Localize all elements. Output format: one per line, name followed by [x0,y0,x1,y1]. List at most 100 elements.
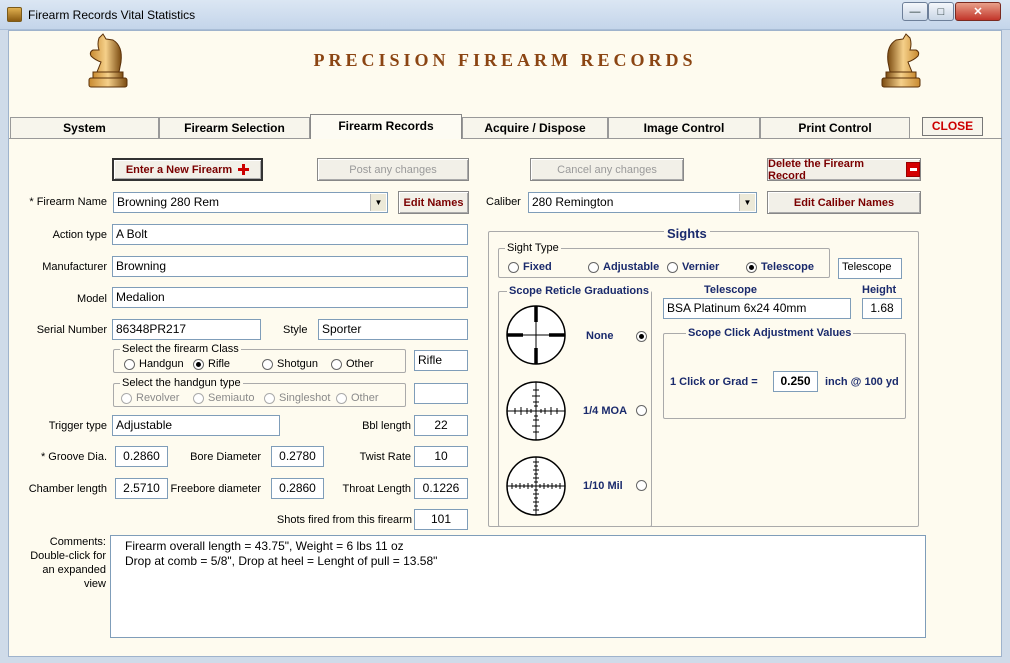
radio-circle [331,358,342,370]
enter-new-firearm-label: Enter a New Firearm [125,163,233,176]
groove-dia-input[interactable]: 0.2860 [115,446,168,467]
maximize-icon[interactable]: □ [928,2,954,21]
shots-fired-label: Shots fired from this firearm [276,514,412,526]
edit-names-button[interactable]: Edit Names [398,191,469,214]
bore-diameter-label: Bore Diameter [190,451,261,463]
model-input[interactable]: Medalion [112,287,468,308]
radio-label: Other [351,392,379,404]
comments-textarea[interactable]: Firearm overall length = 43.75", Weight … [110,535,926,638]
chamber-length-input[interactable]: 2.5710 [115,478,168,499]
twist-rate-input[interactable]: 10 [414,446,468,467]
chevron-down-icon[interactable]: ▼ [739,194,755,211]
delete-record-button[interactable]: Delete the Firearm Record [767,157,921,182]
delete-record-label: Delete the Firearm Record [768,157,864,182]
tab-acquire-dispose[interactable]: Acquire / Dispose [462,117,608,138]
tab-print-control[interactable]: Print Control [760,117,910,138]
radio-handgun-singleshot[interactable]: Singleshot [264,392,330,404]
radio-reticle-quarter-moa[interactable] [636,405,651,416]
enter-new-firearm-button[interactable]: Enter a New Firearm [112,158,263,181]
radio-label: Revolver [136,392,180,404]
manufacturer-input[interactable]: Browning [112,256,468,277]
caliber-combo[interactable]: 280 Remington ▼ [528,192,757,213]
radio-class-handgun[interactable]: Handgun [124,358,184,370]
radio-reticle-none[interactable] [636,331,651,342]
tab-firearm-records[interactable]: Firearm Records [310,114,462,139]
radio-class-rifle[interactable]: Rifle [193,358,230,370]
radio-label: Rifle [208,358,231,370]
radio-class-shotgun[interactable]: Shotgun [262,358,318,370]
post-changes-button[interactable]: Post any changes [317,158,469,181]
telescope-label: Telescope [704,284,757,296]
reticle-tenth-mil-icon [506,456,566,516]
radio-label: Singleshot [279,392,331,404]
reticle-tenth-mil-label: 1/10 Mil [583,480,623,492]
firearm-name-combo[interactable]: Browning 280 Rem ▼ [113,192,388,213]
action-type-input[interactable]: A Bolt [112,224,468,245]
bbl-length-label: Bbl length [362,420,411,432]
plus-icon [238,164,250,175]
handgun-type-display [414,383,468,404]
chevron-down-icon[interactable]: ▼ [370,194,386,211]
radio-handgun-other[interactable]: Other [336,392,379,404]
radio-circle [124,358,135,370]
telescope-input[interactable]: BSA Platinum 6x24 40mm [663,298,851,319]
tab-firearm-selection[interactable]: Firearm Selection [159,117,310,138]
window-title: Firearm Records Vital Statistics [28,8,196,22]
radio-sight-telescope[interactable]: Telescope [746,261,814,273]
radio-circle [121,392,132,404]
reticle-none-label: None [586,330,614,342]
groove-dia-label: * Groove Dia. [40,451,107,463]
click-adjustment-title: Scope Click Adjustment Values [686,327,854,339]
radio-handgun-semiauto[interactable]: Semiauto [193,392,254,404]
cancel-changes-button[interactable]: Cancel any changes [530,158,684,181]
twist-rate-label: Twist Rate [359,451,411,463]
style-input[interactable]: Sporter [318,319,468,340]
shots-fired-input[interactable]: 101 [414,509,468,530]
radio-circle [508,261,519,273]
tab-system[interactable]: System [10,117,159,138]
radio-label: Adjustable [603,261,660,273]
tab-image-control[interactable]: Image Control [608,117,760,138]
trigger-type-input[interactable]: Adjustable [112,415,280,436]
serial-number-input[interactable]: 86348PR217 [112,319,261,340]
firearm-class-display: Rifle [414,350,468,371]
radio-sight-adjustable[interactable]: Adjustable [588,261,659,273]
minus-icon [905,162,920,177]
height-input[interactable]: 1.68 [862,298,902,319]
model-label: Model [77,293,107,305]
chamber-length-label: Chamber length [28,483,107,495]
radio-circle [636,480,647,491]
style-label: Style [283,324,308,336]
window-close-icon[interactable]: ✕ [955,2,1001,21]
close-button[interactable]: CLOSE [922,117,983,136]
minimize-icon[interactable]: — [902,2,928,21]
radio-circle [588,261,599,273]
radio-reticle-tenth-mil[interactable] [636,480,651,491]
radio-class-other[interactable]: Other [331,358,374,370]
page-title: PRECISION FIREARM RECORDS [313,50,697,70]
caliber-value: 280 Remington [532,195,614,209]
radio-sight-vernier[interactable]: Vernier [667,261,719,273]
bbl-length-input[interactable]: 22 [414,415,468,436]
click-value-input[interactable]: 0.250 [773,371,818,392]
caliber-label: Caliber [486,196,521,208]
freebore-diameter-label: Freebore diameter [170,483,262,495]
radio-circle [264,392,275,404]
height-label: Height [862,284,897,296]
radio-circle [667,261,678,273]
sight-type-title: Sight Type [505,242,561,254]
reticle-quarter-moa-label: 1/4 MOA [583,405,628,417]
freebore-diameter-input[interactable]: 0.2860 [271,478,324,499]
radio-circle [262,358,273,370]
firearm-name-value: Browning 280 Rem [117,195,220,209]
radio-label: Handgun [139,358,184,370]
radio-circle [336,392,347,404]
throat-length-label: Throat Length [342,483,412,495]
radio-sight-fixed[interactable]: Fixed [508,261,552,273]
bore-diameter-input[interactable]: 0.2780 [271,446,324,467]
radio-label: Other [346,358,374,370]
throat-length-input[interactable]: 0.1226 [414,478,468,499]
radio-handgun-revolver[interactable]: Revolver [121,392,179,404]
manufacturer-label: Manufacturer [42,261,107,273]
edit-caliber-names-button[interactable]: Edit Caliber Names [767,191,921,214]
